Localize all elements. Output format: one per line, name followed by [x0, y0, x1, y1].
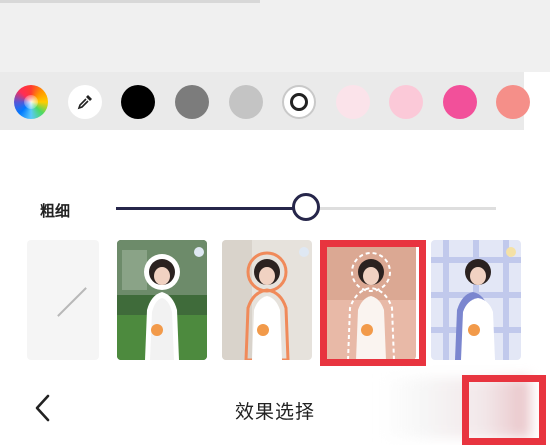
effect-none[interactable] [27, 240, 99, 360]
swatch-pale-pink[interactable] [336, 85, 370, 119]
color-palette [0, 72, 530, 130]
effect-list [0, 240, 550, 365]
color-wheel-icon[interactable] [14, 85, 48, 119]
effect-plaid-shadow[interactable] [431, 240, 521, 360]
thickness-slider-fill [116, 207, 306, 210]
image-preview-area [0, 0, 550, 72]
swatch-dark-gray[interactable] [175, 85, 209, 119]
thickness-label: 粗细 [40, 202, 71, 220]
thickness-slider-thumb[interactable] [292, 193, 320, 221]
eyedropper-icon[interactable] [68, 85, 102, 119]
swatch-hot-pink[interactable] [443, 85, 477, 119]
effect-garden-white-outline[interactable] [117, 240, 207, 360]
swatch-light-gray[interactable] [229, 85, 263, 119]
swatch-light-pink[interactable] [389, 85, 423, 119]
swatch-black[interactable] [121, 85, 155, 119]
confirm-button[interactable] [466, 378, 542, 442]
effect-orange-outline[interactable] [222, 240, 312, 360]
effect-dashed-outline[interactable] [326, 240, 416, 360]
swatch-coral[interactable] [496, 85, 530, 119]
swatch-white-selected[interactable] [282, 85, 316, 119]
preview-divider [0, 0, 260, 3]
none-slash-icon [57, 287, 87, 317]
